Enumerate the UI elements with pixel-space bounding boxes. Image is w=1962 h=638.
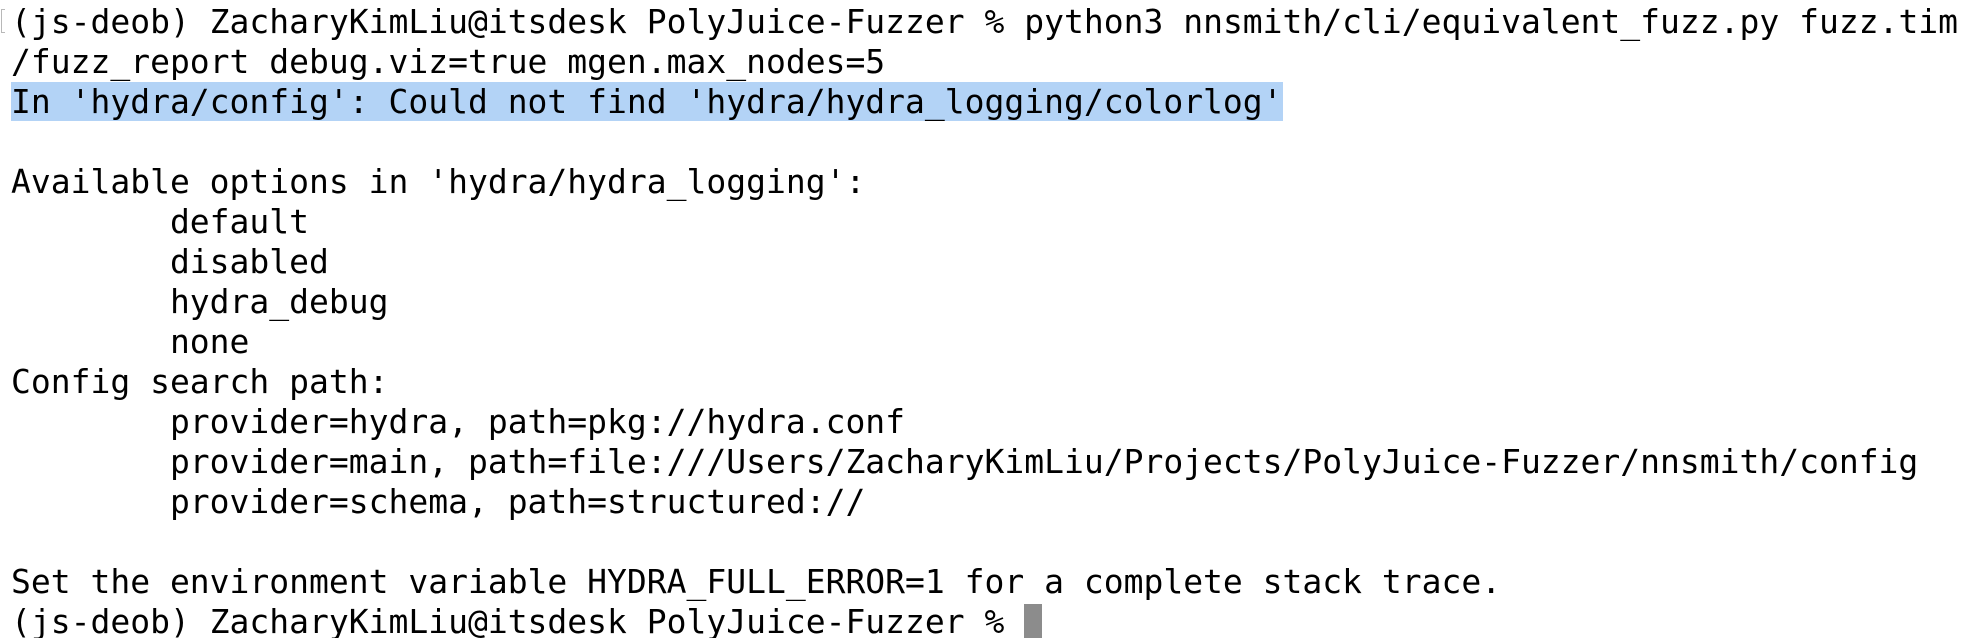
shell-prompt: (js-deob) ZacharyKimLiu@itsdesk PolyJuic…: [11, 602, 1025, 638]
line-mark-icon: [1, 9, 5, 33]
command-line: (js-deob) ZacharyKimLiu@itsdesk PolyJuic…: [11, 2, 1962, 42]
search-path-header: Config search path:: [11, 362, 389, 401]
selected-error-text[interactable]: In 'hydra/config': Could not find 'hydra…: [11, 82, 1283, 121]
search-path-item: provider=schema, path=structured://: [11, 482, 866, 521]
search-path-item: provider=main, path=file:///Users/Zachar…: [11, 442, 1919, 481]
option-item: hydra_debug: [11, 282, 389, 321]
command-wrap-line: /fuzz_report debug.viz=true mgen.max_nod…: [11, 42, 886, 81]
search-path-item: provider=hydra, path=pkg://hydra.conf: [11, 402, 906, 441]
shell-prompt: (js-deob) ZacharyKimLiu@itsdesk PolyJuic…: [11, 2, 1025, 41]
option-item: default: [11, 202, 310, 241]
terminal-output: (js-deob) ZacharyKimLiu@itsdesk PolyJuic…: [11, 2, 1962, 638]
error-line[interactable]: In 'hydra/config': Could not find 'hydra…: [11, 82, 1962, 122]
hint-line: Set the environment variable HYDRA_FULL_…: [11, 562, 1502, 601]
command-text: python3 nnsmith/cli/equivalent_fuzz.py f…: [1024, 2, 1959, 41]
option-item: none: [11, 322, 250, 361]
terminal-window[interactable]: (js-deob) ZacharyKimLiu@itsdesk PolyJuic…: [0, 0, 1962, 638]
option-item: disabled: [11, 242, 329, 281]
options-header: Available options in 'hydra/hydra_loggin…: [11, 162, 866, 201]
final-prompt-line[interactable]: (js-deob) ZacharyKimLiu@itsdesk PolyJuic…: [11, 602, 1962, 638]
text-cursor: [1024, 603, 1043, 638]
